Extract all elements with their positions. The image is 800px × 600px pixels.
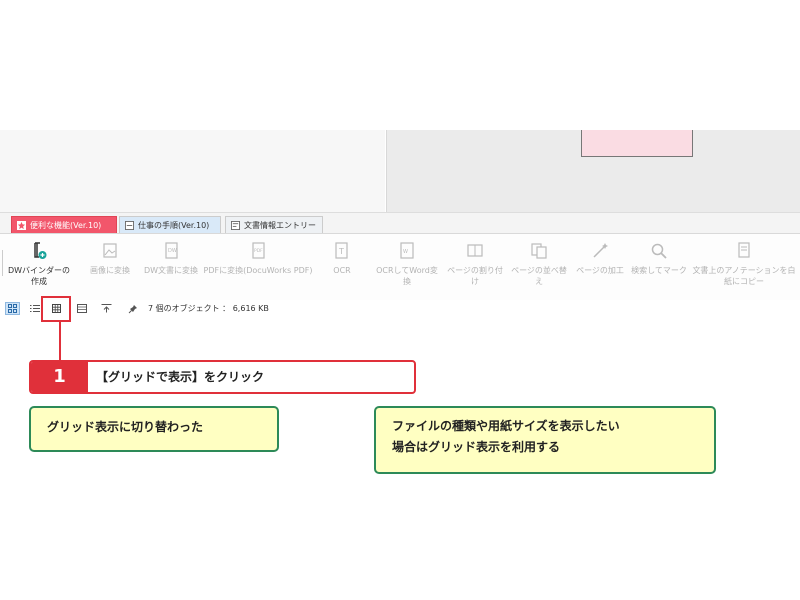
copy-annotation-label: 文書上のアノテーションを白紙にコピー bbox=[692, 266, 796, 286]
ocr-icon: T bbox=[335, 242, 348, 259]
folder-tree-pane bbox=[0, 130, 385, 212]
image-convert-icon bbox=[103, 243, 117, 258]
tab-favorites-label: 便利な機能(Ver.10) bbox=[30, 221, 102, 230]
grid-button-highlight bbox=[41, 296, 71, 322]
pdf-to-docuworks-button[interactable]: PDF PDFに変換(DocuWorks PDF) bbox=[203, 241, 313, 276]
ribbon-divider bbox=[2, 250, 3, 276]
ocr-word-icon: W bbox=[400, 242, 414, 259]
list-view-icon bbox=[29, 305, 40, 312]
step-number-badge: 1 bbox=[31, 362, 88, 392]
dw-document-icon: DW bbox=[165, 242, 178, 259]
checklist-icon bbox=[125, 221, 134, 230]
svg-text:DW: DW bbox=[168, 248, 177, 254]
ocr-label: OCR bbox=[333, 266, 351, 275]
binder-icon bbox=[34, 242, 47, 259]
page-split-icon bbox=[467, 244, 483, 257]
tab-workflow[interactable]: 仕事の手順(Ver.10) bbox=[119, 216, 221, 233]
convert-to-dw-label: DW文書に変換 bbox=[143, 266, 199, 275]
create-binder-button[interactable]: DWバインダーの作成 bbox=[6, 241, 72, 287]
tab-favorites[interactable]: 便利な機能(Ver.10) bbox=[11, 216, 117, 233]
search-icon bbox=[651, 243, 667, 259]
doc-entry-icon bbox=[231, 221, 240, 230]
detail-view-button[interactable] bbox=[74, 302, 89, 315]
page-layout-button[interactable]: ページの割り付け bbox=[446, 241, 504, 287]
status-bar bbox=[0, 300, 800, 318]
detail-view-icon bbox=[76, 304, 87, 313]
tab-workflow-label: 仕事の手順(Ver.10) bbox=[138, 221, 210, 230]
note-grid-switched: グリッド表示に切り替わった bbox=[29, 406, 279, 452]
thumbnail-view-button[interactable] bbox=[5, 302, 20, 315]
page-layout-label: ページの割り付け bbox=[447, 266, 503, 286]
svg-text:PDF: PDF bbox=[254, 248, 263, 254]
folder-up-icon bbox=[101, 304, 112, 313]
star-icon bbox=[17, 221, 26, 230]
svg-text:W: W bbox=[403, 249, 408, 255]
page-sort-icon bbox=[531, 243, 547, 259]
ocr-to-word-label: OCRしてWord変換 bbox=[376, 266, 438, 286]
step-instruction-text: 【グリッドで表示】をクリック bbox=[96, 370, 265, 384]
page-sort-button[interactable]: ページの並べ替え bbox=[508, 241, 570, 287]
upper-folder-button[interactable] bbox=[99, 302, 114, 315]
ocr-to-word-button[interactable]: W OCRしてWord変換 bbox=[374, 241, 440, 287]
page-edit-label: ページの加工 bbox=[576, 266, 624, 275]
convert-to-image-label: 画像に変換 bbox=[90, 266, 130, 275]
thumbnail-view-icon bbox=[8, 304, 17, 313]
copy-annotation-icon bbox=[738, 242, 750, 258]
page-sort-label: ページの並べ替え bbox=[511, 266, 567, 286]
search-mark-label: 検索してマーク bbox=[631, 266, 687, 275]
note-grid-usage: ファイルの種類や用紙サイズを表示したい 場合はグリッド表示を利用する bbox=[374, 406, 716, 474]
search-mark-button[interactable]: 検索してマーク bbox=[630, 241, 688, 276]
copy-annotation-button[interactable]: 文書上のアノテーションを白紙にコピー bbox=[692, 241, 796, 287]
callout-connector-line bbox=[59, 321, 61, 362]
convert-to-dw-button[interactable]: DW DW文書に変換 bbox=[140, 241, 202, 276]
tab-document-info-label: 文書情報エントリー bbox=[244, 221, 316, 230]
create-binder-label: DWバインダーの作成 bbox=[7, 266, 71, 286]
document-thumbnail[interactable] bbox=[581, 130, 693, 157]
magic-wand-icon bbox=[593, 243, 608, 258]
note-usage-line-2: 場合はグリッド表示を利用する bbox=[392, 440, 561, 454]
ocr-button[interactable]: T OCR bbox=[324, 241, 360, 276]
svg-text:T: T bbox=[338, 247, 344, 256]
page-edit-button[interactable]: ページの加工 bbox=[574, 241, 626, 276]
pdf-to-docuworks-label: PDFに変換(DocuWorks PDF) bbox=[203, 266, 313, 275]
list-view-button[interactable] bbox=[27, 302, 42, 315]
pin-icon bbox=[128, 304, 137, 313]
pdf-convert-icon: PDF bbox=[252, 242, 265, 259]
note-usage-line-1: ファイルの種類や用紙サイズを表示したい bbox=[392, 419, 620, 433]
note-grid-switched-text: グリッド表示に切り替わった bbox=[47, 420, 204, 434]
pin-button[interactable] bbox=[125, 302, 140, 315]
convert-to-image-button[interactable]: 画像に変換 bbox=[84, 241, 136, 276]
object-count-text: 7 個のオブジェクト ： 6,616 KB bbox=[148, 304, 269, 313]
tab-document-info[interactable]: 文書情報エントリー bbox=[225, 216, 323, 233]
